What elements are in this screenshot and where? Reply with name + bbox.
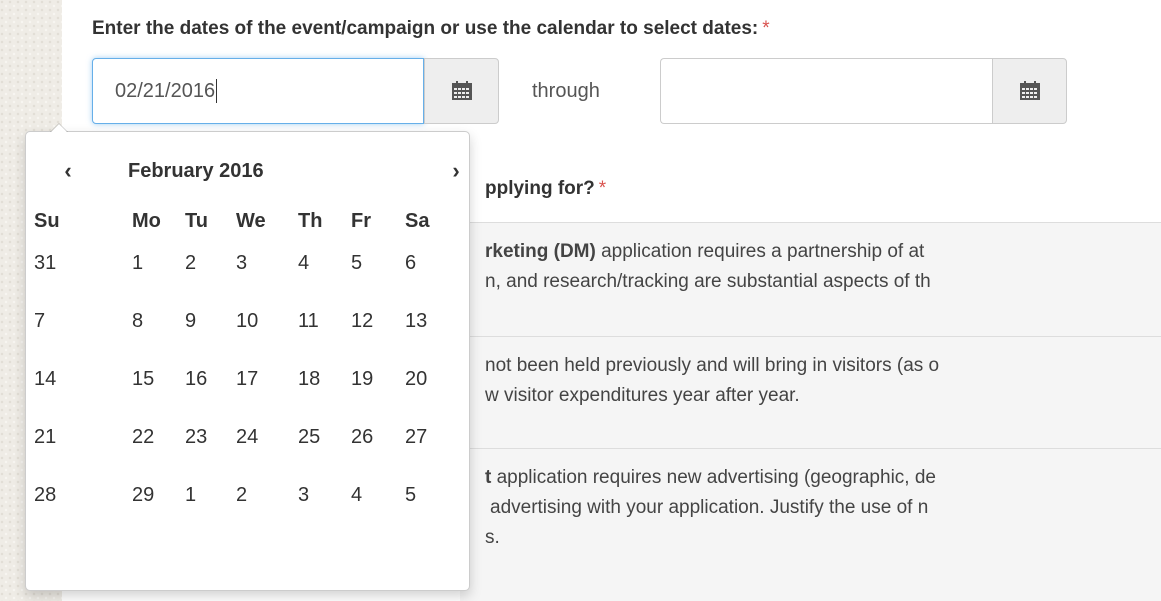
option-text: application requires a partnership of at xyxy=(595,241,925,262)
day-cell[interactable]: 9 xyxy=(185,306,236,346)
option-line: advertising with your application. Justi… xyxy=(490,497,929,518)
day-cell[interactable]: 26 xyxy=(351,422,405,462)
day-cell[interactable]: 23 xyxy=(185,422,236,462)
day-cell[interactable]: 12 xyxy=(351,306,405,346)
dow-sunday: Su xyxy=(34,210,60,232)
start-date-calendar-button[interactable] xyxy=(424,58,499,124)
required-marker: * xyxy=(762,18,770,39)
through-label: through xyxy=(532,80,600,102)
week-row: 14 15 16 17 18 19 20 xyxy=(26,364,455,422)
dow-saturday: Sa xyxy=(405,210,430,232)
chevron-right-icon[interactable]: › xyxy=(444,158,468,184)
text-cursor xyxy=(216,79,218,103)
dates-label-text: Enter the dates of the event/campaign or… xyxy=(92,18,759,39)
required-marker: * xyxy=(598,178,607,199)
day-cell[interactable]: 3 xyxy=(236,248,298,288)
day-cell[interactable]: 16 xyxy=(185,364,236,404)
week-row: 31 1 2 3 4 5 6 xyxy=(26,248,455,306)
day-cell[interactable]: 2 xyxy=(185,248,236,288)
day-cell[interactable]: 14 xyxy=(26,364,129,404)
day-cell[interactable]: 1 xyxy=(129,248,185,288)
day-cell[interactable]: 25 xyxy=(298,422,351,462)
option-line: t application requires new advertising (… xyxy=(460,463,1161,493)
day-of-week-row: Su Mo Tu We Th Fr Sa xyxy=(26,206,455,248)
program-option-advertising[interactable]: t application requires new advertising (… xyxy=(460,448,1161,601)
chevron-left-icon[interactable]: ‹ xyxy=(56,158,80,184)
dates-label: Enter the dates of the event/campaign or… xyxy=(92,18,770,40)
day-cell[interactable]: 22 xyxy=(129,422,185,462)
day-cell[interactable]: 24 xyxy=(236,422,298,462)
program-option-dm[interactable]: rketing (DM) application requires a part… xyxy=(460,222,1161,336)
day-cell[interactable]: 15 xyxy=(129,364,185,404)
start-date-group: 02/21/2016 xyxy=(92,58,499,124)
start-date-input[interactable]: 02/21/2016 xyxy=(92,58,424,124)
datepicker-header: ‹ February 2016 › xyxy=(26,158,469,188)
start-date-value: 02/21/2016 xyxy=(115,79,216,102)
end-date-input[interactable] xyxy=(660,58,992,124)
week-row: 21 22 23 24 25 26 27 xyxy=(26,422,455,480)
datepicker-month-title[interactable]: February 2016 xyxy=(128,160,264,183)
program-option-new-event[interactable]: not been held previously and will bring … xyxy=(460,336,1161,448)
day-cell[interactable]: 5 xyxy=(351,248,405,288)
day-cell[interactable]: 28 xyxy=(26,480,129,520)
option-line: s. xyxy=(485,527,500,548)
day-cell[interactable]: 4 xyxy=(298,248,351,288)
day-cell[interactable]: 1 xyxy=(185,480,236,520)
day-cell[interactable]: 31 xyxy=(26,248,129,288)
day-cell[interactable]: 10 xyxy=(236,306,298,346)
calendar-icon xyxy=(451,81,472,100)
page: Enter the dates of the event/campaign or… xyxy=(0,0,1161,601)
option-line: not been held previously and will bring … xyxy=(485,355,940,376)
apply-label-text: pplying for? xyxy=(485,178,595,199)
day-cell[interactable]: 11 xyxy=(298,306,351,346)
option-bold-text: rketing (DM) xyxy=(485,241,596,262)
apply-label: pplying for? * xyxy=(485,178,606,200)
dow-friday: Fr xyxy=(351,210,371,232)
day-cell[interactable]: 6 xyxy=(405,248,455,288)
day-cell[interactable]: 18 xyxy=(298,364,351,404)
day-cell[interactable]: 19 xyxy=(351,364,405,404)
day-cell[interactable]: 29 xyxy=(129,480,185,520)
dow-wednesday: We xyxy=(236,210,266,232)
day-cell[interactable]: 8 xyxy=(129,306,185,346)
dow-thursday: Th xyxy=(298,210,323,232)
option-line: rketing (DM) application requires a part… xyxy=(460,237,1161,267)
day-cell[interactable]: 17 xyxy=(236,364,298,404)
day-cell[interactable]: 2 xyxy=(236,480,298,520)
day-cell[interactable]: 20 xyxy=(405,364,455,404)
calendar-icon xyxy=(1019,81,1040,100)
day-cell[interactable]: 4 xyxy=(351,480,405,520)
week-row: 28 29 1 2 3 4 5 xyxy=(26,480,455,538)
day-cell[interactable]: 5 xyxy=(405,480,455,520)
dow-monday: Mo xyxy=(132,210,161,232)
day-cell[interactable]: 7 xyxy=(26,306,129,346)
end-date-group xyxy=(660,58,1067,124)
datepicker-dropdown: ‹ February 2016 › Su Mo Tu We Th Fr Sa 3… xyxy=(25,123,470,591)
day-cell[interactable]: 21 xyxy=(26,422,129,462)
option-text: application requires new advertising (ge… xyxy=(491,467,936,488)
day-cell[interactable]: 27 xyxy=(405,422,455,462)
day-cell[interactable]: 13 xyxy=(405,306,455,346)
end-date-calendar-button[interactable] xyxy=(992,58,1067,124)
day-cell[interactable]: 3 xyxy=(298,480,351,520)
option-line: w visitor expenditures year after year. xyxy=(485,385,800,406)
datepicker-grid: Su Mo Tu We Th Fr Sa 31 1 2 3 4 5 6 7 8 … xyxy=(26,206,455,538)
week-row: 7 8 9 10 11 12 13 xyxy=(26,306,455,364)
dow-tuesday: Tu xyxy=(185,210,208,232)
option-line: n, and research/tracking are substantial… xyxy=(485,271,931,292)
